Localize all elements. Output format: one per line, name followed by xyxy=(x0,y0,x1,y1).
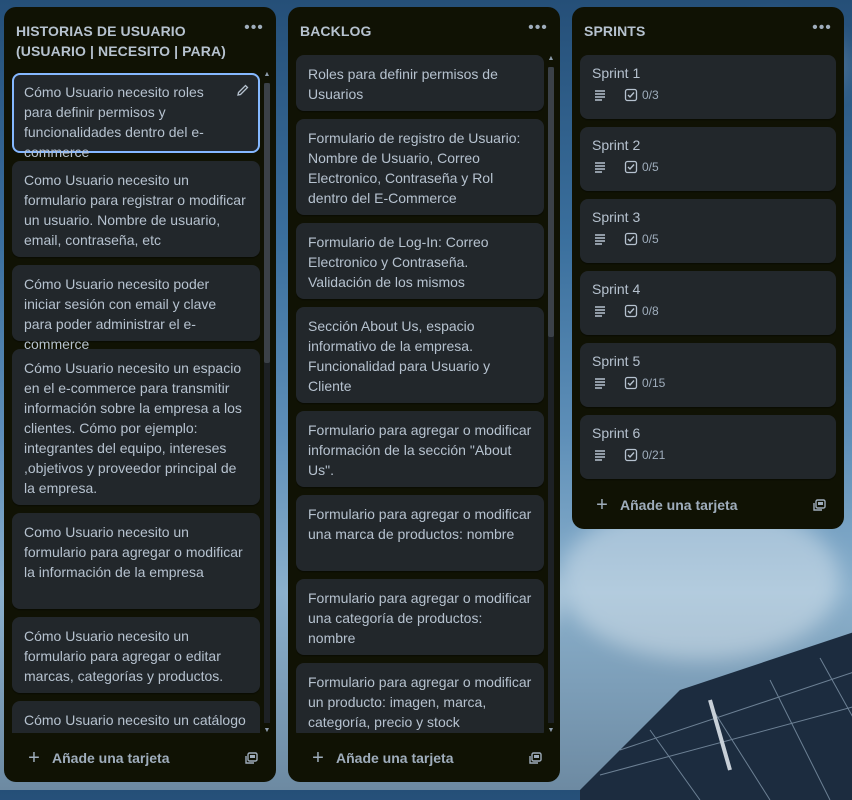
more-horizontal-icon[interactable]: ••• xyxy=(526,20,550,41)
card[interactable]: Formulario de registro de Usuario: Nombr… xyxy=(296,119,544,215)
card-title: Sprint 4 xyxy=(592,281,641,297)
card-title: Cómo Usuario necesito un formulario para… xyxy=(24,628,224,684)
add-card-label: Añade una tarjeta xyxy=(620,497,738,513)
description-lines-icon xyxy=(595,306,605,317)
card-title: Cómo Usuario necesito un catálogo con un… xyxy=(24,712,246,733)
checkbox-icon xyxy=(624,160,638,174)
more-horizontal-icon[interactable]: ••• xyxy=(810,20,834,41)
checklist-count: 0/15 xyxy=(642,376,666,390)
card-title: Roles para definir permisos de Usuarios xyxy=(308,66,498,102)
card[interactable]: Cómo Usuario necesito un espacio en el e… xyxy=(12,349,260,505)
card-title: Sprint 1 xyxy=(592,65,641,81)
list-backlog: BACKLOG ••• Roles para definir permisos … xyxy=(288,7,560,782)
scroll-up-arrow[interactable]: ▲ xyxy=(263,71,271,79)
checkbox-icon xyxy=(624,232,638,246)
list-header: HISTORIAS DE USUARIO (USUARIO | NECESITO… xyxy=(4,7,276,61)
card-list: Sprint 1 0/3 Sprint 2 0/5 Sprint 3 0/5 S… xyxy=(580,55,836,485)
card-list: Cómo Usuario necesito roles para definir… xyxy=(12,73,260,733)
card-title: Sprint 5 xyxy=(592,353,641,369)
card-sprint-1[interactable]: Sprint 1 0/3 xyxy=(580,55,836,119)
scroll-up-arrow[interactable]: ▲ xyxy=(547,55,555,63)
checkbox-icon xyxy=(624,448,638,462)
card-template-icon[interactable] xyxy=(528,750,544,766)
card-title: Cómo Usuario necesito un espacio en el e… xyxy=(24,360,242,496)
card-title: Formulario para agregar o modificar info… xyxy=(308,422,532,478)
checkbox-icon xyxy=(624,88,638,102)
card[interactable]: Cómo Usuario necesito un catálogo con un… xyxy=(12,701,260,733)
scrollbar[interactable]: ▲ ▼ xyxy=(263,71,271,735)
checkbox-icon xyxy=(624,304,638,318)
list-sprints: SPRINTS ••• Sprint 1 0/3 Sprint 2 0/5 Sp… xyxy=(572,7,844,529)
card-title: Sección About Us, espacio informativo de… xyxy=(308,318,491,394)
board: HISTORIAS DE USUARIO (USUARIO | NECESITO… xyxy=(0,0,852,790)
card-title: Formulario de Log-In: Correo Electronico… xyxy=(308,234,489,290)
card[interactable]: Formulario para agregar o modificar una … xyxy=(296,579,544,655)
card[interactable]: Formulario para agregar o modificar una … xyxy=(296,495,544,571)
card[interactable]: Roles para definir permisos de Usuarios xyxy=(296,55,544,111)
card-title: Como Usuario necesito un formulario para… xyxy=(24,524,243,580)
checklist-count: 0/3 xyxy=(642,88,659,102)
card-sprint-4[interactable]: Sprint 4 0/8 xyxy=(580,271,836,335)
list-header: SPRINTS ••• xyxy=(572,7,844,41)
plus-icon: + xyxy=(596,494,608,516)
scrollbar[interactable]: ▲ ▼ xyxy=(547,55,555,735)
card-title: Sprint 6 xyxy=(592,425,641,441)
scroll-down-arrow[interactable]: ▼ xyxy=(547,727,555,735)
card-title: Formulario para agregar o modificar un p… xyxy=(308,674,532,730)
card[interactable]: Sección About Us, espacio informativo de… xyxy=(296,307,544,403)
card-sprint-5[interactable]: Sprint 5 0/15 xyxy=(580,343,836,407)
pencil-icon[interactable] xyxy=(236,83,250,97)
list-title[interactable]: HISTORIAS DE USUARIO (USUARIO | NECESITO… xyxy=(16,21,264,61)
card-sprint-6[interactable]: Sprint 6 0/21 xyxy=(580,415,836,479)
plus-icon: + xyxy=(312,747,324,769)
card-title: Como Usuario necesito un formulario para… xyxy=(24,172,246,248)
description-lines-icon xyxy=(595,450,605,461)
card[interactable]: Formulario de Log-In: Correo Electronico… xyxy=(296,223,544,299)
checklist-count: 0/21 xyxy=(642,448,666,462)
list-title[interactable]: BACKLOG xyxy=(300,21,548,41)
card[interactable]: Cómo Usuario necesito poder iniciar sesi… xyxy=(12,265,260,352)
add-card-label: Añade una tarjeta xyxy=(336,750,454,766)
add-card-label: Añade una tarjeta xyxy=(52,750,170,766)
description-lines-icon xyxy=(595,162,605,173)
checklist-count: 0/8 xyxy=(642,304,659,318)
card-title: Sprint 3 xyxy=(592,209,641,225)
description-lines-icon xyxy=(595,90,605,101)
card[interactable]: Como Usuario necesito un formulario para… xyxy=(12,161,260,257)
card-title: Sprint 2 xyxy=(592,137,641,153)
list-title[interactable]: SPRINTS xyxy=(584,21,832,41)
card-title: Formulario para agregar o modificar una … xyxy=(308,590,532,646)
add-card-button[interactable]: + Añade una tarjeta xyxy=(12,742,268,774)
description-lines-icon xyxy=(595,378,605,389)
card-template-icon[interactable] xyxy=(244,750,260,766)
card-template-icon[interactable] xyxy=(812,497,828,513)
more-horizontal-icon[interactable]: ••• xyxy=(242,20,266,41)
card[interactable]: Como Usuario necesito un formulario para… xyxy=(12,513,260,609)
card-sprint-3[interactable]: Sprint 3 0/5 xyxy=(580,199,836,263)
description-lines-icon xyxy=(595,234,605,245)
card[interactable]: Cómo Usuario necesito un formulario para… xyxy=(12,617,260,693)
card-title: Cómo Usuario necesito poder iniciar sesi… xyxy=(24,276,217,352)
card[interactable]: Cómo Usuario necesito roles para definir… xyxy=(12,73,260,160)
card-title: Cómo Usuario necesito roles para definir… xyxy=(24,84,204,160)
plus-icon: + xyxy=(28,747,40,769)
card-list: Roles para definir permisos de Usuarios … xyxy=(296,55,544,733)
add-card-button[interactable]: + Añade una tarjeta xyxy=(296,742,552,774)
list-historias-de-usuario: HISTORIAS DE USUARIO (USUARIO | NECESITO… xyxy=(4,7,276,782)
list-header: BACKLOG ••• xyxy=(288,7,560,41)
checklist-count: 0/5 xyxy=(642,160,659,174)
checklist-count: 0/5 xyxy=(642,232,659,246)
card[interactable]: Formulario para agregar o modificar un p… xyxy=(296,663,544,733)
card-title: Formulario de registro de Usuario: Nombr… xyxy=(308,130,521,206)
card[interactable]: Formulario para agregar o modificar info… xyxy=(296,411,544,487)
checkbox-icon xyxy=(624,376,638,390)
card-title: Formulario para agregar o modificar una … xyxy=(308,506,532,542)
card-sprint-2[interactable]: Sprint 2 0/5 xyxy=(580,127,836,191)
scroll-down-arrow[interactable]: ▼ xyxy=(263,727,271,735)
add-card-button[interactable]: + Añade una tarjeta xyxy=(580,489,836,521)
scroll-thumb[interactable] xyxy=(264,83,270,363)
scroll-thumb[interactable] xyxy=(548,67,554,337)
